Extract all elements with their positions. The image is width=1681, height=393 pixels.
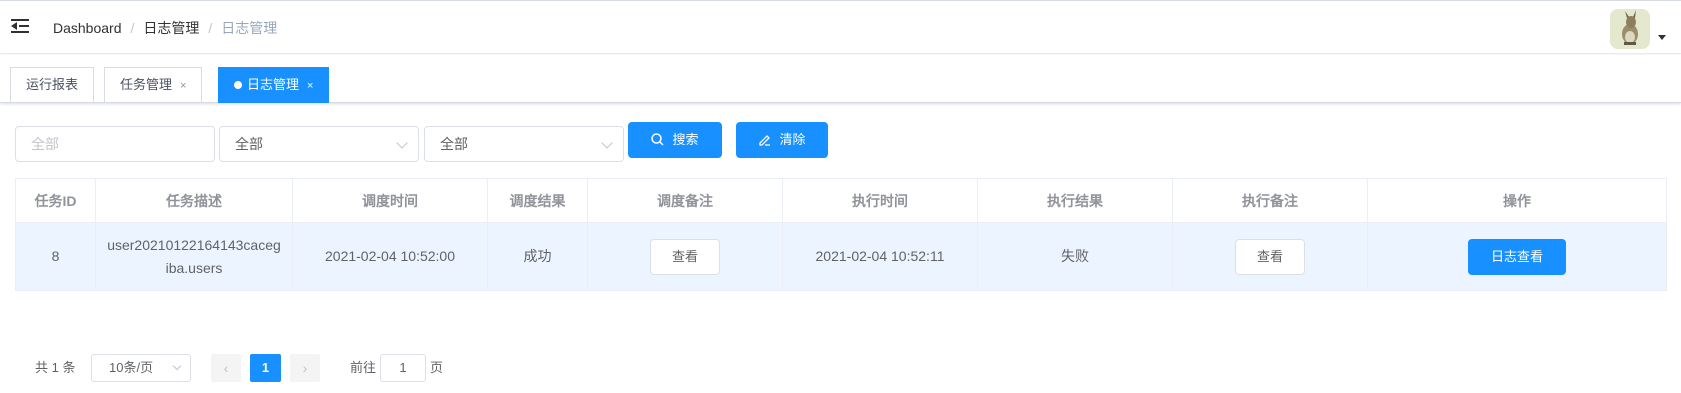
- cell-task-desc: user20210122164143caceg iba.users: [96, 223, 293, 290]
- view-log-button[interactable]: 日志查看: [1468, 238, 1566, 275]
- page-size-value: 10条/页: [109, 360, 154, 375]
- breadcrumb-dashboard[interactable]: Dashboard: [53, 20, 122, 36]
- breadcrumb-separator: /: [130, 20, 135, 36]
- hamburger-icon[interactable]: [11, 18, 29, 34]
- tab-label: 日志管理: [247, 77, 300, 92]
- table-header: 任务ID 任务描述 调度时间 调度结果 调度备注 执行时间 执行结果 执行备注 …: [16, 179, 1666, 223]
- breadcrumb-current: 日志管理: [221, 20, 278, 36]
- column-header: 执行时间: [783, 179, 978, 222]
- search-button[interactable]: 搜索: [628, 122, 722, 158]
- column-header: 执行备注: [1173, 179, 1368, 222]
- avatar[interactable]: [1610, 9, 1650, 49]
- clear-button[interactable]: 清除: [736, 122, 828, 158]
- column-header: 执行结果: [978, 179, 1173, 222]
- cell-exec-result: 失败: [978, 223, 1173, 290]
- column-header: 调度结果: [488, 179, 588, 222]
- select-value: 全部: [440, 136, 468, 152]
- column-header: 操作: [1503, 192, 1531, 209]
- column-header: 任务ID: [16, 179, 96, 222]
- breadcrumb: Dashboard / 日志管理 / 日志管理: [53, 19, 277, 37]
- prev-page-button[interactable]: ‹: [211, 354, 241, 382]
- tab-run-report[interactable]: 运行报表: [10, 67, 95, 103]
- column-header: 调度备注: [588, 179, 783, 222]
- page-size-select[interactable]: 10条/页: [91, 354, 191, 382]
- goto-page-input[interactable]: 1: [380, 354, 426, 382]
- cell-action: 日志查看: [1368, 223, 1666, 290]
- close-icon[interactable]: ×: [180, 80, 186, 92]
- chevron-down-icon: [601, 137, 613, 149]
- cell-task-id: 8: [16, 223, 96, 290]
- cell-schedule-note: 查看: [588, 223, 783, 290]
- task-desc-line: user20210122164143caceg: [107, 236, 281, 253]
- clear-label: 清除: [779, 132, 806, 147]
- breadcrumb-separator: /: [208, 20, 213, 36]
- edit-icon: [759, 135, 771, 146]
- search-label: 搜索: [672, 132, 699, 147]
- next-page-button[interactable]: ›: [290, 354, 320, 382]
- table-row: 8 user20210122164143caceg iba.users 2021…: [16, 223, 1666, 290]
- goto-suffix: 页: [430, 360, 444, 375]
- cell-exec-time: 2021-02-04 10:52:11: [783, 223, 978, 290]
- pagination-total: 共 1 条: [35, 360, 76, 375]
- tab-task-mgmt[interactable]: 任务管理 ×: [104, 67, 203, 103]
- cell-exec-note: 查看: [1173, 223, 1368, 290]
- view-exec-note-button[interactable]: 查看: [1235, 238, 1305, 275]
- column-header: 任务描述: [96, 179, 293, 222]
- active-dot-icon: [234, 81, 242, 89]
- page-number-current[interactable]: 1: [250, 354, 281, 382]
- pagination: 共 1 条 10条/页 ‹ 1 › 前往 1 页: [0, 354, 600, 382]
- task-id-input[interactable]: 全部: [15, 126, 215, 162]
- goto-prefix: 前往: [350, 360, 377, 375]
- tags-view: 运行报表 任务管理 × 日志管理 ×: [0, 55, 1681, 103]
- chevron-down-icon[interactable]: [1658, 35, 1666, 40]
- task-desc-line: iba.users: [165, 259, 223, 276]
- cell-schedule-result: 成功: [488, 223, 588, 290]
- chevron-down-icon: [396, 137, 408, 149]
- tab-label: 运行报表: [26, 77, 79, 92]
- view-schedule-note-button[interactable]: 查看: [650, 238, 720, 275]
- tab-log-mgmt[interactable]: 日志管理 ×: [218, 67, 330, 103]
- close-icon[interactable]: ×: [307, 80, 313, 92]
- navbar: Dashboard / 日志管理 / 日志管理: [0, 0, 1681, 54]
- schedule-result-select[interactable]: 全部: [219, 126, 419, 162]
- chevron-down-icon: [172, 361, 182, 371]
- select-value: 全部: [235, 136, 263, 152]
- exec-result-select[interactable]: 全部: [424, 126, 624, 162]
- tab-label: 任务管理: [120, 77, 173, 92]
- search-icon: [651, 133, 665, 146]
- task-id-placeholder: 全部: [31, 136, 59, 152]
- column-header: 调度时间: [293, 179, 488, 222]
- breadcrumb-log-mgmt[interactable]: 日志管理: [143, 20, 199, 36]
- log-table: 任务ID 任务描述 调度时间 调度结果 调度备注 执行时间 执行结果 执行备注 …: [15, 178, 1667, 291]
- cell-schedule-time: 2021-02-04 10:52:00: [293, 223, 488, 290]
